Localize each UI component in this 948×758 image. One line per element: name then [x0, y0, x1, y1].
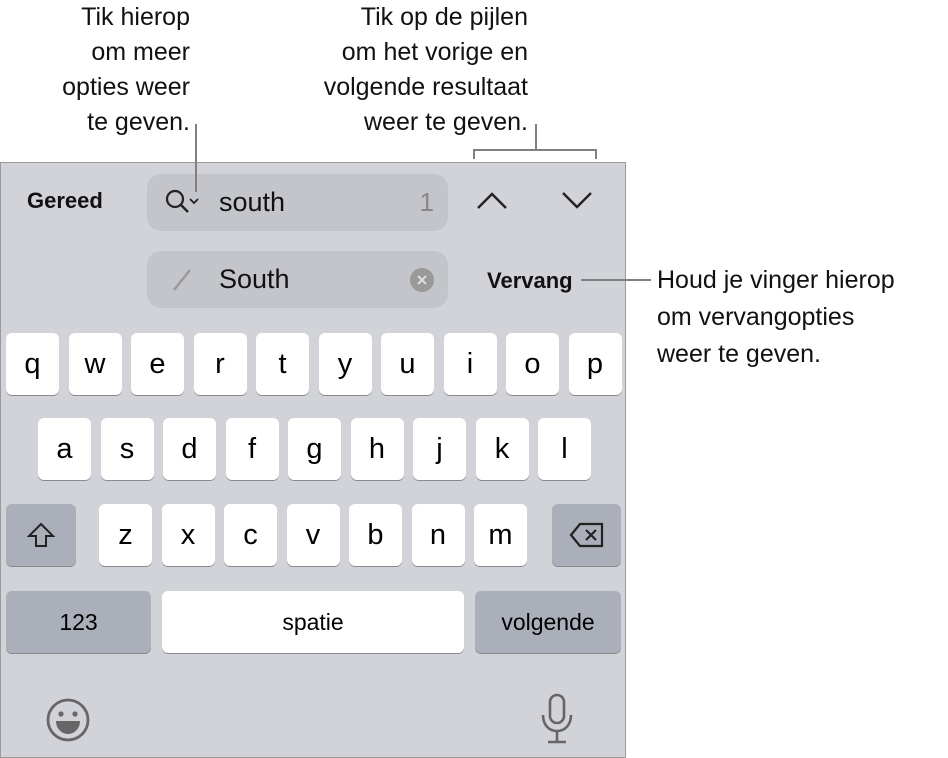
- key-d[interactable]: d: [163, 418, 216, 480]
- key-u[interactable]: u: [381, 333, 434, 395]
- search-field[interactable]: south 1: [147, 174, 448, 231]
- numbers-key[interactable]: 123: [6, 591, 151, 653]
- match-count: 1: [419, 187, 434, 217]
- replace-button[interactable]: Vervang: [487, 268, 573, 294]
- microphone-icon[interactable]: [539, 693, 575, 745]
- key-e[interactable]: e: [131, 333, 184, 395]
- shift-key[interactable]: [6, 504, 76, 566]
- replace-field[interactable]: South: [147, 251, 448, 308]
- key-q[interactable]: q: [6, 333, 59, 395]
- done-button[interactable]: Gereed: [27, 188, 103, 214]
- next-key[interactable]: volgende: [475, 591, 621, 653]
- clear-icon[interactable]: [410, 268, 434, 292]
- chevron-down-icon[interactable]: [560, 189, 594, 211]
- key-m[interactable]: m: [474, 504, 527, 566]
- key-z[interactable]: z: [99, 504, 152, 566]
- key-a[interactable]: a: [38, 418, 91, 480]
- key-r[interactable]: r: [193, 333, 247, 395]
- callout-arrows: Tik op de pijlen om het vorige en volgen…: [323, 3, 528, 136]
- key-x[interactable]: x: [161, 504, 215, 566]
- key-w[interactable]: w: [68, 333, 122, 395]
- leader-arrows-right: [595, 149, 597, 159]
- pencil-icon: [173, 269, 191, 291]
- space-key[interactable]: spatie: [162, 591, 464, 653]
- key-n[interactable]: n: [411, 504, 465, 566]
- callout-replace: Houd je vinger hierop om vervangopties w…: [657, 266, 895, 368]
- callout-options: Tik hierop om meer opties weer te geven.: [62, 3, 190, 136]
- key-j[interactable]: j: [413, 418, 466, 480]
- key-t[interactable]: t: [256, 333, 309, 395]
- key-g[interactable]: g: [288, 418, 341, 480]
- delete-icon: [569, 522, 603, 548]
- emoji-icon[interactable]: [45, 697, 91, 743]
- key-l[interactable]: l: [538, 418, 591, 480]
- delete-key[interactable]: [552, 504, 621, 566]
- keyboard-panel: Gereed south 1 South Vervang 123 spatie …: [0, 162, 626, 758]
- key-b[interactable]: b: [349, 504, 402, 566]
- replace-input[interactable]: South: [219, 264, 290, 295]
- leader-options: [195, 124, 197, 192]
- leader-arrows-bracket: [473, 149, 597, 151]
- key-o[interactable]: o: [506, 333, 559, 395]
- shift-icon: [26, 522, 56, 547]
- leader-replace: [581, 279, 651, 281]
- key-y[interactable]: y: [318, 333, 372, 395]
- key-c[interactable]: c: [224, 504, 277, 566]
- key-k[interactable]: k: [475, 418, 529, 480]
- key-i[interactable]: i: [443, 333, 497, 395]
- leader-arrows-stem: [535, 124, 537, 150]
- key-s[interactable]: s: [100, 418, 154, 480]
- key-h[interactable]: h: [350, 418, 404, 480]
- leader-arrows-left: [473, 149, 475, 159]
- key-f[interactable]: f: [225, 418, 279, 480]
- search-icon[interactable]: [165, 189, 203, 217]
- key-v[interactable]: v: [286, 504, 340, 566]
- search-input[interactable]: south: [219, 187, 285, 218]
- key-p[interactable]: p: [568, 333, 622, 395]
- chevron-up-icon[interactable]: [475, 189, 509, 211]
